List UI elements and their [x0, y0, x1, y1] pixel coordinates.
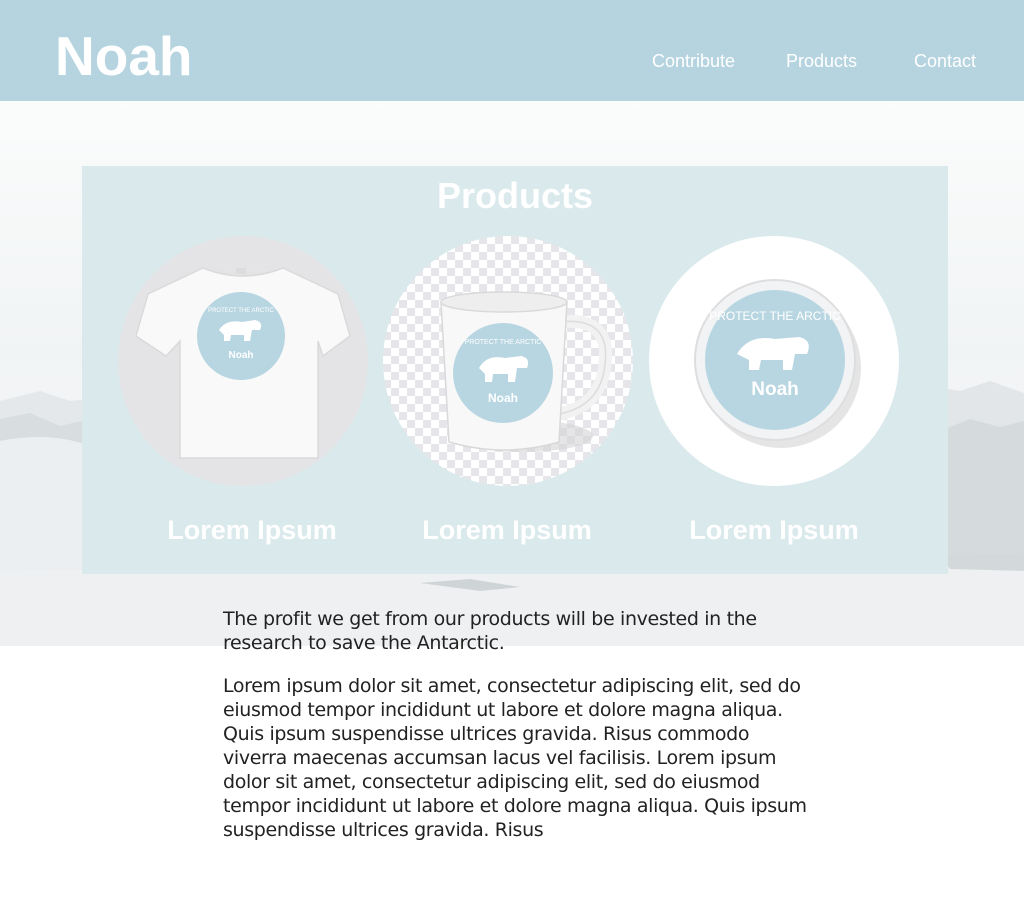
product-image-badge[interactable]: Noah PROTECT THE ARCTIC [649, 236, 899, 486]
nav-link-products[interactable]: Products [786, 50, 857, 72]
product-image-mug[interactable]: Noah PROTECT THE ARCTIC [383, 236, 633, 486]
svg-text:PROTECT THE ARCTIC: PROTECT THE ARCTIC [208, 308, 274, 314]
svg-text:PROTECT THE ARCTIC: PROTECT THE ARCTIC [709, 309, 841, 323]
nav-link-contribute[interactable]: Contribute [652, 50, 735, 72]
body-paragraph: Lorem ipsum dolor sit amet, consectetur … [223, 675, 807, 841]
svg-text:Noah: Noah [751, 379, 799, 400]
product-name-badge[interactable]: Lorem Ipsum [624, 514, 924, 546]
product-name-mug[interactable]: Lorem Ipsum [357, 514, 657, 546]
svg-text:Noah: Noah [229, 350, 254, 361]
nav-link-contact[interactable]: Contact [914, 50, 976, 72]
site-header: Noah Contribute Products Contact [0, 0, 1024, 101]
site-logo[interactable]: Noah [55, 24, 193, 88]
intro-paragraph: The profit we get from our products will… [223, 608, 757, 654]
products-heading: Products [436, 175, 594, 216]
svg-text:PROTECT THE ARCTIC: PROTECT THE ARCTIC [465, 339, 542, 346]
svg-text:Noah: Noah [488, 391, 518, 405]
product-image-tshirt[interactable]: Noah PROTECT THE ARCTIC [118, 236, 368, 486]
